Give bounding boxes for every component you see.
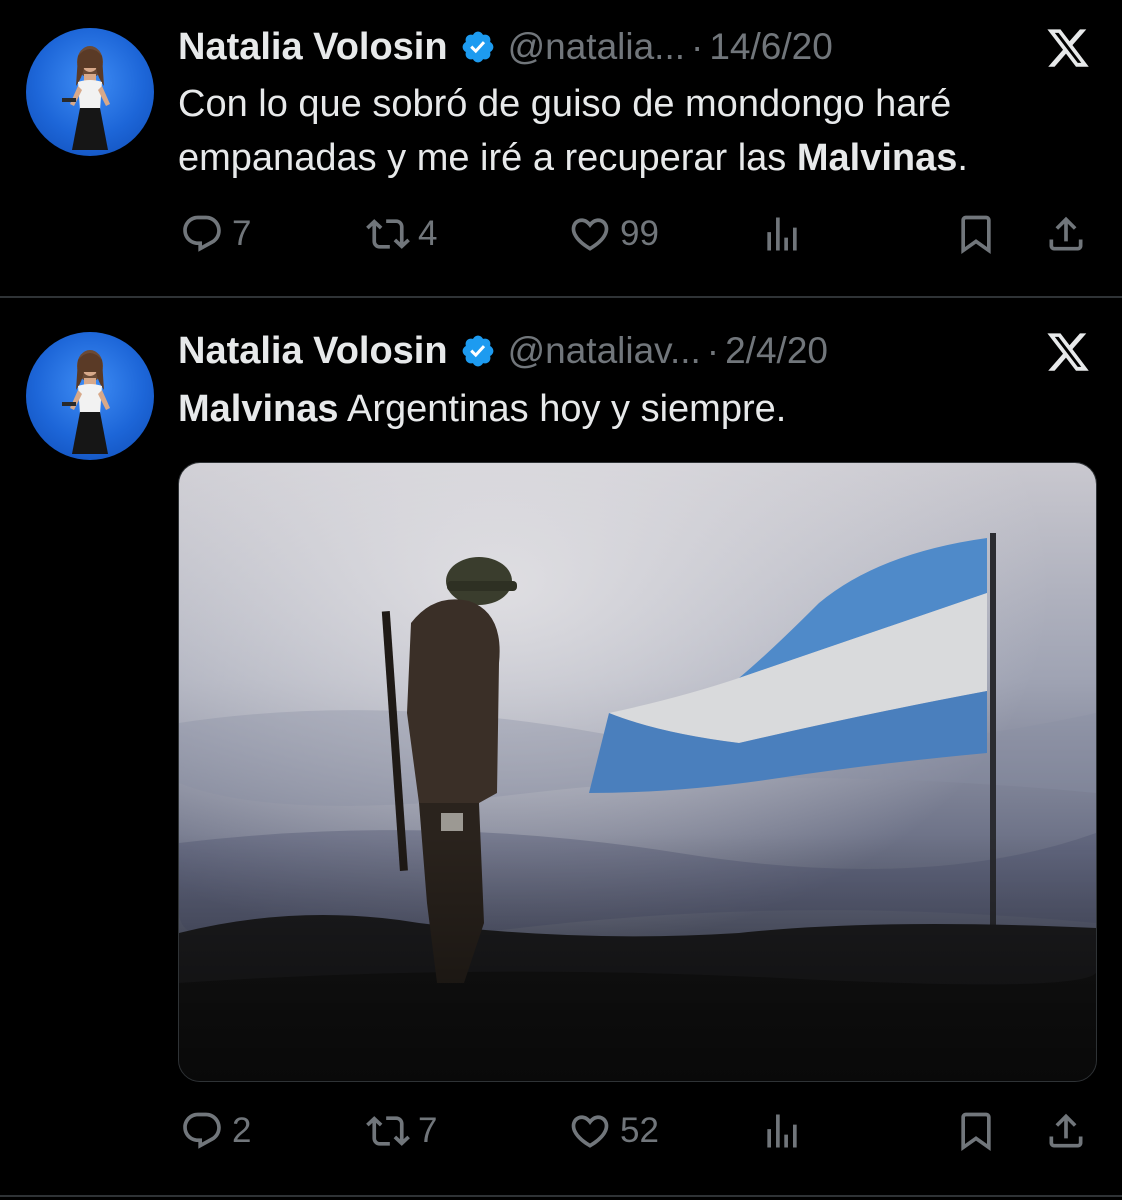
hashtag-malvinas: Malvinas	[178, 388, 339, 430]
avatar[interactable]	[26, 332, 154, 460]
share-button[interactable]	[1044, 1109, 1088, 1153]
reply-count: 2	[232, 1111, 252, 1150]
tweet[interactable]: Natalia Volosin @natalia... · 14/6/20 Co…	[0, 0, 1122, 297]
reply-button[interactable]: 7	[180, 212, 251, 256]
like-button[interactable]: 52	[568, 1109, 659, 1153]
views-button[interactable]	[760, 212, 804, 256]
tweet-text-part: .	[957, 137, 968, 179]
bookmark-button[interactable]	[954, 212, 998, 256]
views-icon	[760, 212, 804, 256]
verified-badge-icon	[460, 333, 496, 369]
reply-button[interactable]: 2	[180, 1109, 251, 1153]
separator-dot: ·	[706, 330, 720, 371]
hashtag-malvinas: Malvinas	[796, 137, 958, 179]
bookmark-icon	[954, 212, 998, 256]
tweet-actions: 2 7 52	[0, 1109, 1122, 1159]
reply-icon	[180, 212, 224, 256]
tweet-text: Con lo que sobró de guiso de mondongo ha…	[178, 77, 968, 185]
tweet[interactable]: Natalia Volosin @nataliav... · 2/4/20 Ma…	[0, 298, 1122, 1200]
verified-badge-icon	[460, 29, 496, 65]
tweet-text: Malvinas Argentinas hoy y siempre.	[178, 382, 786, 436]
author-name[interactable]: Natalia Volosin	[178, 26, 448, 69]
bookmark-icon	[954, 1109, 998, 1153]
tweet-date[interactable]: 14/6/20	[709, 26, 832, 68]
author-handle[interactable]: @nataliav...	[508, 330, 701, 372]
repost-icon	[366, 212, 410, 256]
x-logo-icon	[1043, 329, 1093, 375]
tweet-header: Natalia Volosin @natalia... · 14/6/20	[178, 22, 833, 72]
tweet-date[interactable]: 2/4/20	[725, 330, 828, 372]
repost-button[interactable]: 4	[366, 212, 437, 256]
reply-count: 7	[232, 214, 252, 253]
tweet-actions: 7 4 99	[0, 212, 1122, 262]
like-icon	[568, 212, 612, 256]
reply-icon	[180, 1109, 224, 1153]
bookmark-button[interactable]	[954, 1109, 998, 1153]
soldier-flag-photo	[179, 463, 1096, 1081]
avatar[interactable]	[26, 28, 154, 156]
share-icon	[1044, 1109, 1088, 1153]
views-icon	[760, 1109, 804, 1153]
repost-icon	[366, 1109, 410, 1153]
divider	[0, 1195, 1122, 1197]
repost-count: 7	[418, 1111, 438, 1150]
tweet-text-part: Argentinas hoy y siempre.	[338, 388, 787, 430]
like-button[interactable]: 99	[568, 212, 659, 256]
x-logo-icon	[1043, 25, 1093, 71]
tweet-header: Natalia Volosin @nataliav... · 2/4/20	[178, 326, 828, 376]
like-count: 99	[620, 214, 659, 253]
tweet-text-line: Con lo que sobró de guiso de mondongo ha…	[178, 83, 952, 125]
author-name[interactable]: Natalia Volosin	[178, 330, 448, 373]
tweet-text-part: empanadas y me iré a recuperar las	[178, 137, 797, 179]
separator-dot: ·	[691, 26, 704, 67]
views-button[interactable]	[760, 1109, 804, 1153]
repost-count: 4	[418, 214, 438, 253]
tweet-photo[interactable]	[178, 462, 1097, 1082]
repost-button[interactable]: 7	[366, 1109, 437, 1153]
share-icon	[1044, 212, 1088, 256]
like-count: 52	[620, 1111, 659, 1150]
author-handle[interactable]: @natalia...	[508, 26, 685, 68]
share-button[interactable]	[1044, 212, 1088, 256]
like-icon	[568, 1109, 612, 1153]
tweet-text-line: empanadas y me iré a recuperar las Malvi…	[178, 131, 968, 185]
